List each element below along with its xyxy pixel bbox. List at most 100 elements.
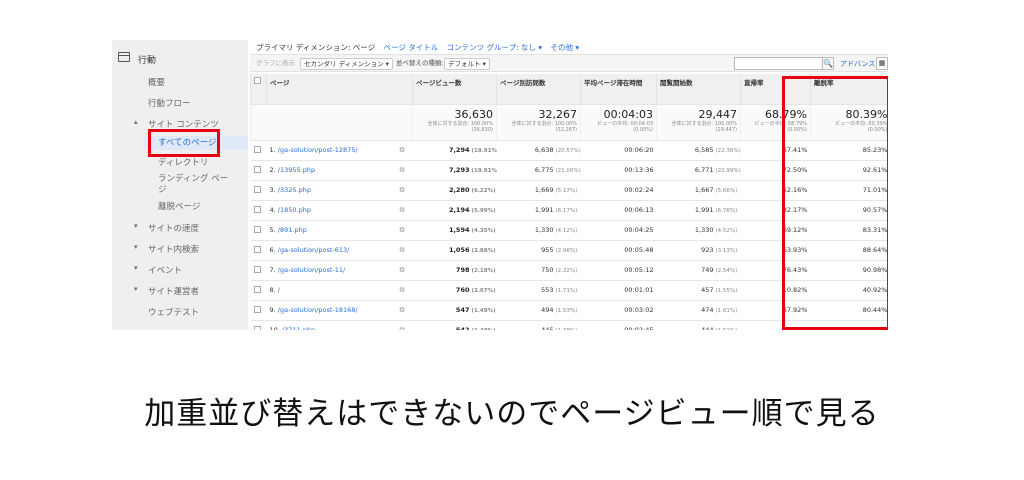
row-select — [250, 260, 267, 281]
open-page-icon[interactable]: ⧉ — [400, 146, 405, 154]
sidebar-item-events[interactable]: イベント — [134, 264, 182, 276]
header-pageviews[interactable]: ページビュー数 — [412, 74, 497, 105]
row-checkbox[interactable] — [253, 305, 261, 313]
page-link[interactable]: /ga-solution/post-12875/ — [278, 146, 358, 154]
page-link[interactable]: /ga-solution/post-613/ — [278, 246, 350, 254]
sidebar: 行動 概要 行動フロー サイト コンテンツ すべてのページ ディレクトリ ランデ… — [112, 40, 248, 330]
row-number: 8. — [269, 286, 276, 294]
unique-pageviews-cell: 553 (1.71%) — [496, 280, 581, 301]
page-link[interactable]: /3711.php — [282, 326, 315, 330]
page-cell: 8. / — [266, 280, 397, 301]
unique-pageviews-cell: 750 (2.32%) — [496, 260, 581, 281]
entrances-cell: 1,330 (4.52%) — [656, 220, 741, 241]
row-checkbox[interactable] — [253, 225, 261, 233]
page-link[interactable]: /1850.php — [278, 206, 311, 214]
row-checkbox[interactable] — [253, 285, 261, 293]
sort-type-select[interactable]: デフォルト ▾ — [444, 58, 490, 70]
caption: 加重並び替えはできないのでページビュー順で見る — [144, 396, 880, 432]
row-number: 6. — [269, 246, 276, 254]
sidebar-item-landing-pages[interactable]: ランディング ページ — [158, 174, 230, 196]
pageviews-cell: 542(1.48%) — [412, 320, 497, 330]
open-page-icon[interactable]: ⧉ — [400, 326, 405, 331]
page-link[interactable]: /ga-solution/post-18168/ — [278, 306, 358, 314]
sidebar-item-overview[interactable]: 概要 — [148, 76, 165, 88]
header-select — [250, 74, 267, 105]
sidebar-item-directory[interactable]: ディレクトリ — [158, 156, 208, 168]
header-unique-pageviews[interactable]: ページ別訪問数 — [496, 74, 581, 105]
open-page-icon[interactable]: ⧉ — [400, 206, 405, 214]
header-entrances[interactable]: 閲覧開始数 — [656, 74, 741, 105]
search-icon[interactable]: 🔍 — [822, 57, 834, 70]
row-checkbox[interactable] — [253, 205, 261, 213]
open-page-icon[interactable]: ⧉ — [400, 266, 405, 274]
row-number: 2. — [269, 166, 276, 174]
dimension-link-content-group[interactable]: コンテンツ グループ: なし ▾ — [447, 43, 543, 52]
table-controls: グラフに表示 セカンダリ ディメンション ▾ 並べ替えの種類: デフォルト ▾ … — [250, 54, 888, 72]
open-page-icon[interactable]: ⧉ — [400, 246, 405, 254]
avg-time-cell: 00:05:12 — [580, 260, 657, 281]
entrances-cell: 923 (3.13%) — [656, 240, 741, 261]
page-cell: 4. /1850.php — [266, 200, 397, 221]
open-page-cell: ⧉ — [396, 160, 413, 181]
open-page-icon[interactable]: ⧉ — [400, 306, 405, 314]
entrances-cell: 1,991 (6.76%) — [656, 200, 741, 221]
row-checkbox[interactable] — [253, 265, 261, 273]
sidebar-item-publisher[interactable]: サイト運営者 — [134, 285, 199, 297]
entrances-cell: 444(1.51%) — [656, 320, 741, 330]
advanced-filter-link[interactable]: アドバンス — [840, 59, 875, 69]
pageviews-cell: 1,594 (4.35%) — [412, 220, 497, 241]
open-page-icon[interactable]: ⧉ — [400, 186, 405, 194]
pageviews-cell: 7,294(19.91%) — [412, 140, 497, 161]
sidebar-item-behavior-flow[interactable]: 行動フロー — [148, 97, 191, 109]
dimension-link-page-title[interactable]: ページ タイトル — [384, 43, 439, 52]
open-page-icon[interactable]: ⧉ — [400, 286, 405, 294]
row-checkbox[interactable] — [253, 185, 261, 193]
select-all-checkbox[interactable] — [254, 77, 261, 84]
page-link[interactable]: /3325.php — [278, 186, 311, 194]
row-select — [250, 240, 267, 261]
row-number: 3. — [269, 186, 276, 194]
sidebar-item-experiments[interactable]: ウェブテスト — [148, 306, 199, 318]
open-page-cell: ⧉ — [396, 300, 413, 321]
page-link[interactable]: /ga-solution/post-11/ — [278, 266, 345, 274]
open-page-cell: ⧉ — [396, 200, 413, 221]
row-select — [250, 200, 267, 221]
dimension-link-other[interactable]: その他 ▾ — [551, 43, 580, 52]
page-cell: 7. /ga-solution/post-11/ — [266, 260, 397, 281]
open-page-cell: ⧉ — [396, 140, 413, 161]
sidebar-header-behavior[interactable]: 行動 — [112, 48, 248, 70]
sidebar-item-exit-pages[interactable]: 離脱ページ — [158, 200, 200, 212]
primary-dimension-bar: プライマリ ディメンション: ページ ページ タイトル コンテンツ グループ: … — [256, 42, 579, 53]
behavior-icon — [118, 52, 130, 62]
page-link[interactable]: / — [278, 286, 280, 294]
avg-time-cell: 00:05:48 — [580, 240, 657, 261]
page-link[interactable]: /13955.php — [278, 166, 315, 174]
page-link[interactable]: /891.php — [278, 226, 307, 234]
sidebar-item-site-speed[interactable]: サイトの速度 — [134, 222, 199, 234]
row-checkbox[interactable] — [253, 145, 261, 153]
avg-time-cell: 00:06:13 — [580, 200, 657, 221]
page-cell: 10. /3711.php — [266, 320, 397, 330]
entrances-cell: 474 (1.61%) — [656, 300, 741, 321]
plot-rows-button[interactable]: グラフに表示 — [256, 58, 295, 70]
secondary-dimension-select[interactable]: セカンダリ ディメンション ▾ — [300, 58, 393, 70]
sidebar-item-site-search[interactable]: サイト内検索 — [134, 243, 199, 255]
total-pageviews: 36,630 全体に対する割合: 100.00% (36,630) — [412, 104, 497, 141]
table-search-input[interactable] — [734, 57, 824, 70]
row-checkbox[interactable] — [253, 165, 261, 173]
sidebar-title: 行動 — [138, 56, 157, 66]
total-avg-time: 00:04:03 ビューの平均: 00:04:03 (0.00%) — [580, 104, 657, 141]
open-page-icon[interactable]: ⧉ — [400, 226, 405, 234]
row-number: 5. — [269, 226, 276, 234]
page-cell: 2. /13955.php — [266, 160, 397, 181]
unique-pageviews-cell: 1,991 (6.17%) — [496, 200, 581, 221]
page-cell: 5. /891.php — [266, 220, 397, 241]
row-checkbox[interactable] — [253, 245, 261, 253]
grid-view-icon[interactable]: ▦ — [876, 57, 888, 70]
header-avg-time[interactable]: 平均ページ滞在時間 — [580, 74, 657, 105]
header-page[interactable]: ページ — [266, 74, 413, 105]
pageviews-cell: 798 (2.18%) — [412, 260, 497, 281]
row-checkbox[interactable] — [253, 325, 261, 330]
open-page-icon[interactable]: ⧉ — [400, 166, 405, 174]
row-select — [250, 160, 267, 181]
